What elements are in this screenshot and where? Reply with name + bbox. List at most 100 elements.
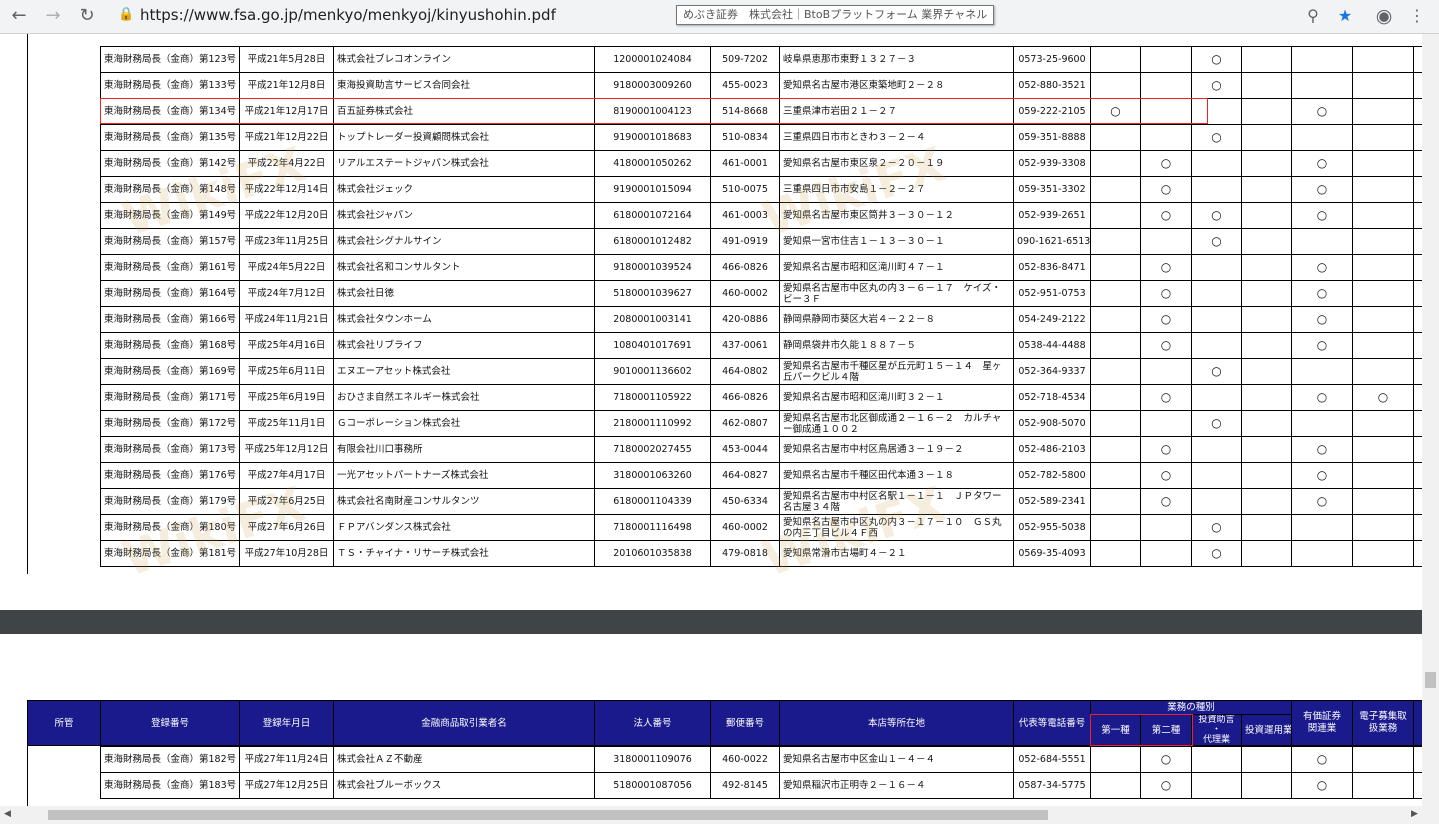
cell-registration-no: 東海財務局長（金商）第123号 (100, 46, 240, 73)
cell-registration-date: 平成24年11月21日 (239, 306, 334, 333)
cell-registration-date: 平成27年12月25日 (239, 772, 334, 799)
header-electronic: 電子募集取 扱業務 (1352, 700, 1415, 746)
cell-company-name: おひさま自然エネルギー株式会社 (333, 384, 595, 411)
cell-postal-code: 461-0001 (710, 150, 780, 177)
cell-postal-code: 464-0827 (710, 462, 780, 489)
cell-address: 愛知県名古屋市港区東築地町２－２８ (779, 72, 1014, 99)
cell-business-mark (1191, 772, 1242, 799)
cell-registration-no: 東海財務局長（金商）第161号 (100, 254, 240, 281)
scroll-left-arrow-icon[interactable]: ◀ (4, 809, 11, 819)
header-securities-line2: 関連業 (1307, 723, 1337, 734)
cell-company-name: 東海投資助言サービス合同会社 (333, 72, 595, 99)
cell-registration-date: 平成27年11月24日 (239, 746, 334, 773)
cell-phone: 052-782-5800 (1013, 462, 1091, 489)
cell-business-mark: ○ (1140, 176, 1192, 203)
cell-business-mark: ○ (1291, 254, 1353, 281)
cell-registration-no: 東海財務局長（金商）第172号 (100, 410, 240, 437)
reload-icon[interactable]: ↻ (76, 5, 98, 27)
cell-phone: 090-1621-6513 (1013, 228, 1091, 255)
cell-registration-date: 平成21年5月28日 (239, 46, 334, 73)
cell-registration-no: 東海財務局長（金商）第142号 (100, 150, 240, 177)
table-row: 東海財務局長（金商）第179号 平成27年6月25日 株式会社名南財産コンサルタンツ… (100, 488, 1423, 515)
profile-avatar-icon[interactable]: ◉ (1373, 5, 1395, 27)
cell-business-mark (1241, 306, 1292, 333)
cell-business-mark: ○ (1291, 488, 1353, 515)
vertical-scrollbar[interactable] (1422, 34, 1439, 806)
cell-business-mark (1352, 746, 1414, 773)
header-corp-no: 法人番号 (594, 700, 711, 746)
cell-company-name: 株式会社ジェック (333, 176, 595, 203)
cell-corporate-no: 5180001039627 (594, 280, 711, 307)
header-jurisdiction: 所管 (27, 700, 101, 746)
cell-corporate-no: 1200001024084 (594, 46, 711, 73)
cell-business-mark: ○ (1140, 436, 1192, 463)
cell-registration-date: 平成21年12月8日 (239, 72, 334, 99)
horizontal-scrollbar[interactable]: ◀ ▶ (0, 806, 1439, 824)
cell-corporate-no: 9190001015094 (594, 176, 711, 203)
cell-address: 愛知県常滑市古場町４－２１ (779, 540, 1014, 567)
cell-registration-date: 平成25年6月11日 (239, 358, 334, 385)
header-zip: 郵便番号 (710, 700, 780, 746)
cell-business-mark (1241, 124, 1292, 151)
cell-phone: 052-589-2341 (1013, 488, 1091, 515)
cell-registration-no: 東海財務局長（金商）第164号 (100, 280, 240, 307)
cell-business-mark (1090, 202, 1141, 229)
cell-business-mark: ○ (1291, 280, 1353, 307)
cell-postal-code: 466-0826 (710, 384, 780, 411)
scroll-right-arrow-icon[interactable]: ▶ (1411, 809, 1418, 819)
registry-table-header: 所管 登録番号 登録年月日 金融商品取引業者名 法人番号 郵便番号 本店等所在地… (27, 700, 1424, 746)
cell-business-mark (1241, 540, 1292, 567)
vertical-scroll-thumb[interactable] (1425, 672, 1436, 688)
back-arrow-icon[interactable]: ← (8, 5, 30, 27)
cell-business-mark: ○ (1352, 384, 1414, 411)
bookmark-star-icon[interactable]: ★ (1334, 5, 1356, 27)
zoom-icon[interactable]: ⚲ (1302, 5, 1324, 27)
cell-business-mark: ○ (1191, 72, 1242, 99)
menu-kebab-icon[interactable]: ⋮ (1406, 5, 1428, 27)
cell-business-mark: ○ (1291, 98, 1353, 125)
cell-address: 愛知県名古屋市東区泉２－２０－１９ (779, 150, 1014, 177)
cell-business-mark (1140, 46, 1192, 73)
cell-business-mark: ○ (1140, 306, 1192, 333)
cell-business-mark: ○ (1191, 228, 1242, 255)
pdf-viewer[interactable]: 東海財務局長（金商）第123号 平成21年5月28日 株式会社ブレコオンライン 120… (0, 34, 1439, 806)
cell-company-name: 株式会社ブレコオンライン (333, 46, 595, 73)
cell-phone: 052-684-5551 (1013, 746, 1091, 773)
cell-business-mark (1352, 46, 1414, 73)
cell-address: 愛知県名古屋市中区丸の内３－１７－１０ ＧＳ丸の内三丁目ビル４Ｆ西 (779, 514, 1014, 541)
cell-business-mark (1291, 72, 1353, 99)
cell-registration-date: 平成25年4月16日 (239, 332, 334, 359)
cell-company-name: 株式会社日徳 (333, 280, 595, 307)
header-securities-line1: 有価証券 (1303, 711, 1342, 722)
url-text[interactable]: https://www.fsa.go.jp/menkyo/menkyoj/kin… (140, 6, 556, 24)
cell-registration-no: 東海財務局長（金商）第183号 (100, 772, 240, 799)
forward-arrow-icon[interactable]: → (42, 5, 64, 27)
cell-business-mark (1090, 306, 1141, 333)
cell-business-mark (1241, 176, 1292, 203)
table-row: 東海財務局長（金商）第173号 平成25年12月12日 有限会社川口事務所 71800… (100, 436, 1423, 463)
cell-registration-date: 平成22年12月20日 (239, 202, 334, 229)
highlight-box-row (100, 98, 1208, 124)
cell-registration-date: 平成22年12月14日 (239, 176, 334, 203)
cell-business-mark (1191, 280, 1242, 307)
cell-business-mark (1090, 746, 1141, 773)
cell-business-mark (1352, 98, 1414, 125)
header-advisory-line1: 投資助言 (1198, 715, 1235, 726)
cell-business-mark (1191, 176, 1242, 203)
header-electronic-line1: 電子募集取 (1359, 711, 1407, 722)
cell-address: 愛知県名古屋市中村区鳥居通３－１９－２ (779, 436, 1014, 463)
cell-business-mark (1241, 202, 1292, 229)
cell-business-mark: ○ (1291, 384, 1353, 411)
cell-company-name: 一光アセットパートナーズ株式会社 (333, 462, 595, 489)
cell-business-mark (1191, 436, 1242, 463)
cell-phone: 052-836-8471 (1013, 254, 1091, 281)
cell-company-name: リアルエステートジャパン株式会社 (333, 150, 595, 177)
cell-address: 愛知県名古屋市千種区星が丘元町１５－１４ 星ヶ丘パークビル４階 (779, 358, 1014, 385)
cell-business-mark (1140, 358, 1192, 385)
cell-business-mark (1352, 436, 1414, 463)
cell-business-mark (1352, 176, 1414, 203)
cell-address: 愛知県名古屋市千種区田代本通３－１８ (779, 462, 1014, 489)
cell-company-name: ＦＰアバンダンス株式会社 (333, 514, 595, 541)
cell-business-mark: ○ (1291, 462, 1353, 489)
horizontal-scroll-thumb[interactable] (48, 810, 1048, 820)
